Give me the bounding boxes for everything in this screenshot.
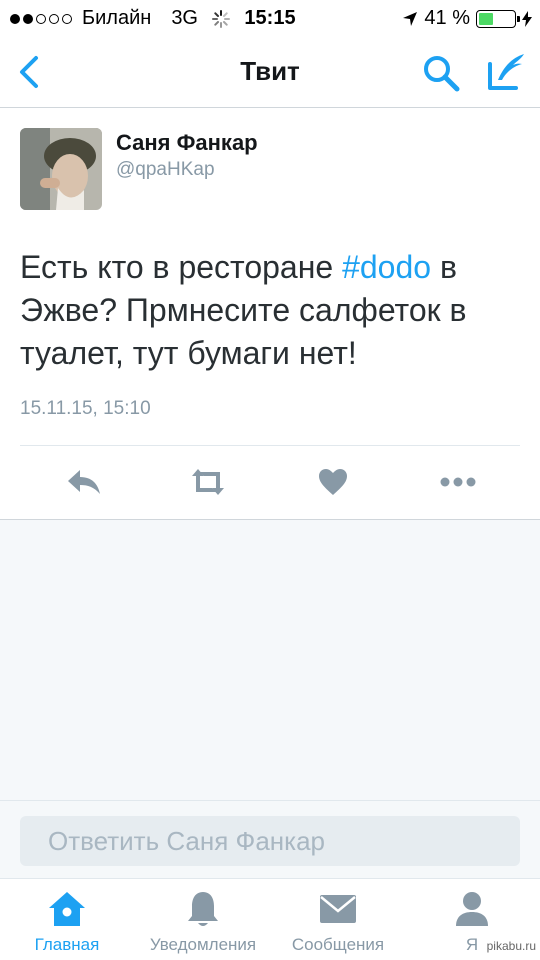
watermark: pikabu.ru <box>486 939 536 953</box>
compose-icon[interactable] <box>484 50 528 94</box>
person-icon <box>452 889 492 929</box>
tab-label: Уведомления <box>149 935 257 954</box>
navigation-bar: Твит <box>0 36 540 108</box>
status-right: 41 % <box>402 7 532 30</box>
author-name[interactable]: Саня Фанкар <box>116 130 258 156</box>
reply-bar <box>0 800 540 878</box>
tweet-actions <box>0 445 540 519</box>
charging-bolt-icon <box>522 10 532 27</box>
tab-label: Главная <box>34 935 100 954</box>
battery-icon <box>476 9 520 28</box>
replies-area <box>0 520 540 800</box>
avatar-photo <box>20 128 102 210</box>
tab-messages[interactable]: Сообщения <box>280 879 396 960</box>
author-handle[interactable]: @qpaHKap <box>116 159 215 181</box>
tweet-timestamp: 15.11.15, 15:10 <box>20 398 151 419</box>
avatar[interactable] <box>20 128 102 210</box>
bell-icon <box>183 889 223 929</box>
home-icon <box>47 889 87 929</box>
status-bar: Билайн 3G 15:15 41 % <box>0 0 540 36</box>
tweet-text-part: Есть кто в ресторане <box>20 249 343 285</box>
search-icon[interactable] <box>420 52 462 94</box>
tweet-text: Есть кто в ресторане #dodo в Эжве? Прмне… <box>20 246 520 375</box>
more-icon[interactable] <box>438 465 478 499</box>
envelope-icon <box>318 889 358 929</box>
hashtag-link[interactable]: #dodo <box>342 249 431 285</box>
tab-label: Я <box>465 935 479 954</box>
battery-percent: 41 % <box>424 7 470 29</box>
reply-icon[interactable] <box>64 465 104 499</box>
tab-label: Сообщения <box>291 935 385 954</box>
like-icon[interactable] <box>313 465 353 499</box>
retweet-icon[interactable] <box>188 465 228 499</box>
location-arrow-icon <box>403 11 418 26</box>
tab-notifications[interactable]: Уведомления <box>136 879 270 960</box>
reply-input[interactable] <box>20 816 520 866</box>
tab-home[interactable]: Главная <box>14 879 120 960</box>
tab-bar: Главная Уведомления Сообщения Я <box>0 878 540 960</box>
